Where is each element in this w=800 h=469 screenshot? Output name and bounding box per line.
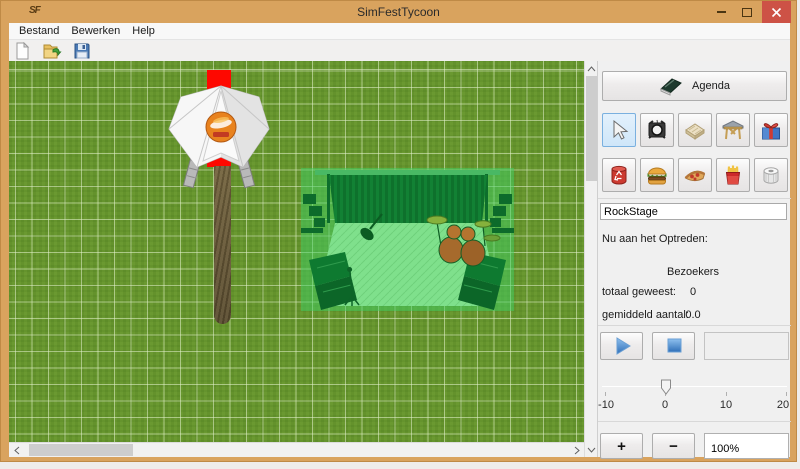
festival-map-canvas[interactable]	[9, 61, 584, 442]
scroll-right-arrow[interactable]	[570, 443, 583, 457]
spotlight-icon	[645, 118, 669, 142]
sidebar: Agenda	[597, 61, 790, 457]
stage-platform-icon	[683, 118, 707, 142]
tool-pizza[interactable]	[678, 158, 712, 192]
entrance-tent[interactable]	[167, 83, 271, 195]
hamburger-icon	[645, 163, 669, 187]
stage-name-input[interactable]	[600, 203, 787, 220]
speed-slider-track[interactable]	[602, 386, 787, 387]
horizontal-scroll-thumb[interactable]	[29, 444, 133, 456]
tool-spotlight[interactable]	[640, 113, 674, 147]
toilet-roll-icon	[759, 163, 783, 187]
minimize-icon	[717, 11, 726, 13]
simfest-logo	[206, 112, 236, 142]
stage-truss	[315, 170, 500, 175]
title-bar[interactable]: SF SimFestTycoon	[1, 1, 796, 23]
tool-hamburger[interactable]	[640, 158, 674, 192]
maximize-icon	[742, 8, 752, 17]
open-file-button[interactable]	[41, 42, 63, 60]
slider-label-min: -10	[594, 399, 618, 411]
slider-tick	[605, 392, 606, 396]
separator	[598, 325, 791, 326]
vertical-scroll-thumb[interactable]	[586, 76, 597, 181]
save-file-button[interactable]	[71, 42, 93, 60]
total-visitors-value: 0	[638, 286, 748, 298]
slider-thumb-icon	[660, 379, 672, 395]
main-area: Agenda	[9, 61, 790, 457]
new-document-button[interactable]	[11, 42, 33, 60]
slider-tick	[786, 392, 787, 396]
pizza-icon	[683, 163, 707, 187]
slider-tick	[726, 392, 727, 396]
rock-stage-preview[interactable]	[301, 168, 514, 311]
slider-label-zero: 0	[653, 399, 677, 411]
zoom-level-field[interactable]	[704, 433, 789, 459]
average-visitors-value: 0.0	[638, 309, 748, 321]
minimize-button[interactable]	[708, 1, 734, 23]
tool-scaffold-gate[interactable]	[716, 113, 750, 147]
menu-item-bewerken[interactable]: Bewerken	[65, 24, 126, 38]
gift-icon	[759, 118, 783, 142]
close-button[interactable]	[762, 1, 791, 23]
new-document-icon	[13, 42, 31, 60]
tool-french-fries[interactable]	[716, 158, 750, 192]
toolbar	[9, 41, 790, 61]
now-performing-label: Nu aan het Optreden:	[602, 233, 708, 245]
scaffold-gate-icon	[721, 118, 745, 142]
tool-gift-attraction[interactable]	[754, 113, 788, 147]
slider-label-ten: 10	[714, 399, 738, 411]
separator	[598, 198, 791, 199]
client-area: Bestand Bewerken Help	[9, 23, 790, 457]
menu-bar: Bestand Bewerken Help	[9, 23, 790, 40]
zoom-in-button[interactable]: +	[600, 433, 643, 459]
save-file-icon	[73, 42, 91, 60]
status-panel	[704, 332, 789, 360]
cursor-icon	[608, 119, 630, 141]
close-icon	[771, 7, 782, 18]
agenda-button[interactable]: Agenda	[602, 71, 787, 101]
maximize-button[interactable]	[734, 1, 760, 23]
french-fries-icon	[721, 163, 745, 187]
play-icon	[610, 335, 634, 357]
agenda-book-icon	[659, 76, 683, 96]
stop-button[interactable]	[652, 332, 695, 360]
tool-trash-can[interactable]	[602, 158, 636, 192]
tool-select-cursor[interactable]	[602, 113, 636, 147]
visitors-header: Bezoekers	[638, 266, 748, 278]
horizontal-scrollbar[interactable]	[9, 442, 584, 457]
agenda-label: Agenda	[692, 80, 730, 92]
play-button[interactable]	[600, 332, 643, 360]
separator	[598, 421, 791, 422]
app-window: SF SimFestTycoon Bestand Bewerken Help	[0, 0, 797, 462]
slider-label-max: 20	[771, 399, 795, 411]
menu-item-bestand[interactable]: Bestand	[13, 24, 65, 38]
stop-icon	[663, 335, 685, 357]
tool-toilet-roll[interactable]	[754, 158, 788, 192]
vertical-scrollbar[interactable]	[584, 61, 597, 457]
tool-stage-platform[interactable]	[678, 113, 712, 147]
scroll-left-arrow[interactable]	[10, 443, 23, 457]
menu-item-help[interactable]: Help	[126, 24, 161, 38]
speed-slider-thumb[interactable]	[660, 379, 672, 398]
open-file-icon	[42, 42, 62, 60]
zoom-out-button[interactable]: −	[652, 433, 695, 459]
window-title: SimFestTycoon	[1, 5, 796, 19]
trash-can-icon	[607, 163, 631, 187]
